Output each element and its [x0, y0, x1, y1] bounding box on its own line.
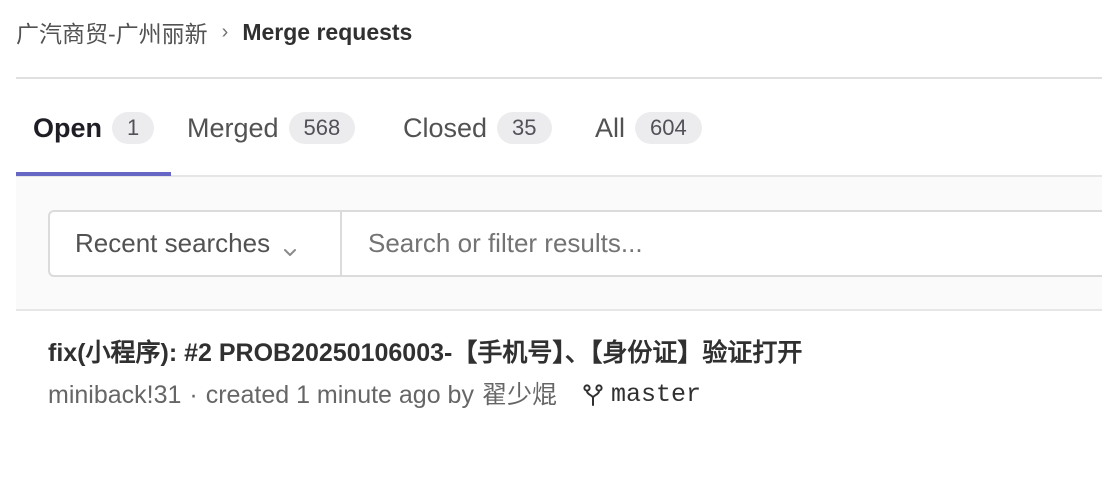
- branch-icon: [583, 384, 603, 406]
- count-badge: 35: [497, 112, 552, 144]
- search-input[interactable]: [342, 212, 1102, 275]
- tab-label: All: [595, 112, 626, 143]
- created-text: created 1 minute ago by: [205, 381, 474, 409]
- recent-searches-label: Recent searches: [75, 228, 271, 258]
- tab-merged[interactable]: Merged 568: [187, 79, 356, 177]
- page-title: Merge requests: [242, 18, 413, 45]
- count-badge: 604: [635, 112, 702, 144]
- count-badge: 1: [112, 112, 155, 144]
- list-item: fix(小程序): #2 PROB20250106003-【手机号】、【身份证】…: [48, 332, 1088, 413]
- mr-state-tabs: Open 1 Merged 568 Closed 35 All 604: [16, 79, 1102, 177]
- breadcrumb: 广汽商贸-广州丽新 › Merge requests: [16, 14, 412, 50]
- merge-request-reference: miniback!31: [48, 381, 182, 409]
- chevron-right-icon: ›: [221, 21, 229, 43]
- recent-searches-dropdown[interactable]: Recent searches: [50, 212, 342, 275]
- filter-bar: Recent searches: [16, 177, 1102, 311]
- tab-label: Open: [33, 112, 103, 143]
- author-link[interactable]: 翟少焜: [482, 377, 557, 413]
- count-badge: 568: [288, 112, 356, 144]
- breadcrumb-group-link[interactable]: 广汽商贸-广州丽新: [16, 15, 208, 49]
- merge-request-meta: miniback!31 · created 1 minute ago by 翟少…: [48, 377, 1088, 413]
- tab-label: Closed: [403, 112, 488, 143]
- filtered-search-box: Recent searches: [48, 210, 1102, 277]
- branch-name: master: [610, 380, 701, 409]
- target-branch[interactable]: master: [583, 377, 701, 413]
- chevron-down-icon: [282, 236, 298, 256]
- merge-request-title-link[interactable]: fix(小程序): #2 PROB20250106003-【手机号】、【身份证】…: [48, 332, 1088, 374]
- tab-label: Merged: [187, 112, 279, 143]
- active-tab-indicator: [16, 172, 171, 176]
- tab-open[interactable]: Open 1: [33, 79, 155, 177]
- tab-all[interactable]: All 604: [595, 79, 702, 177]
- meta-separator: ·: [189, 381, 198, 409]
- tab-closed[interactable]: Closed 35: [403, 79, 552, 177]
